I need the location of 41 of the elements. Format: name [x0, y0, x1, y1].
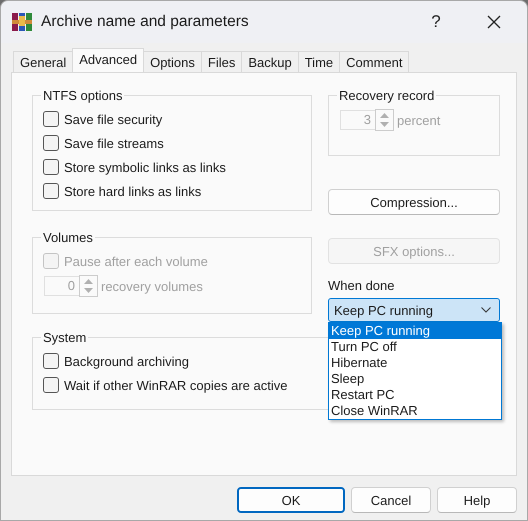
books-icon	[12, 12, 32, 32]
dialog-button[interactable]: OK	[237, 487, 345, 513]
tab[interactable]: Backup	[241, 51, 299, 72]
checkbox-label: Background archiving	[64, 354, 190, 368]
tab[interactable]: Options	[143, 51, 202, 72]
dropdown-option[interactable]: Close WinRAR	[329, 403, 501, 419]
help-button[interactable]: ?	[413, 1, 459, 43]
dropdown-option[interactable]: Keep PC running	[329, 323, 501, 339]
dropdown-option[interactable]: Restart PC	[329, 387, 501, 403]
dropdown-option[interactable]: Turn PC off	[329, 339, 501, 355]
checkbox-label: Save file streams	[64, 136, 164, 150]
group-title: Recovery record	[338, 88, 436, 103]
group-title: Volumes	[42, 230, 94, 245]
dropdown[interactable]: Keep PC running	[328, 298, 500, 322]
dialog-button[interactable]: Cancel	[351, 487, 431, 513]
checkbox-label: Wait if other WinRAR copies are active	[64, 378, 288, 392]
checkbox[interactable]	[43, 159, 59, 175]
dialog-button[interactable]: Help	[437, 487, 517, 513]
checkbox-label: Store hard links as links	[64, 184, 202, 198]
tab[interactable]: Comment	[339, 51, 410, 72]
checkbox[interactable]	[43, 183, 59, 199]
dropdown-option[interactable]: Hibernate	[329, 355, 501, 371]
tab[interactable]: General	[13, 51, 74, 72]
chevron-down-icon	[481, 307, 491, 313]
unit-label: recovery volumes	[101, 278, 203, 294]
checkbox-label: Store symbolic links as links	[64, 160, 226, 174]
close-icon	[487, 15, 501, 29]
checkbox[interactable]	[43, 377, 59, 393]
group-title: NTFS options	[42, 88, 124, 103]
checkbox[interactable]	[43, 135, 59, 151]
compression-button[interactable]: Compression...	[328, 189, 500, 215]
checkbox[interactable]	[43, 353, 59, 369]
dropdown-option[interactable]: Sleep	[329, 371, 501, 387]
unit-label: percent	[397, 112, 440, 128]
window-title: Archive name and parameters	[41, 13, 250, 31]
group-title: System	[42, 330, 88, 345]
field-label: When done	[328, 278, 396, 294]
checkbox[interactable]	[43, 111, 59, 127]
checkbox-label: Save file security	[64, 112, 162, 126]
tab[interactable]: Advanced	[72, 48, 144, 72]
checkbox-label: Pause after each volume	[64, 254, 208, 268]
